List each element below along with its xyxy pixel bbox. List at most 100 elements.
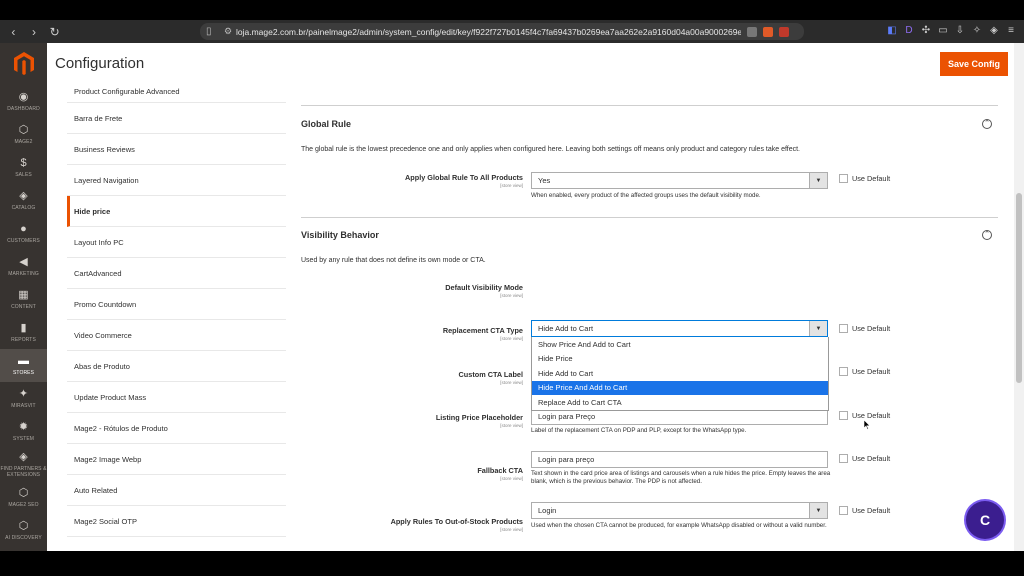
page-scrollbar[interactable] — [1014, 43, 1024, 551]
dropdown-option[interactable]: Show Price And Add to Cart — [532, 337, 828, 352]
forward-icon[interactable]: › — [29, 25, 40, 39]
address-bar[interactable]: ▯ ⚙ loja.mage2.com.br/painelmage2/admin/… — [200, 23, 804, 40]
sidebar-item[interactable]: Video Commerce — [67, 320, 286, 351]
magento-logo-icon — [13, 52, 34, 75]
url-text[interactable]: loja.mage2.com.br/painelmage2/admin/syst… — [236, 27, 741, 37]
visibility-behavior-title[interactable]: Visibility Behavior — [301, 230, 379, 240]
use-default-label: Use Default — [852, 367, 891, 376]
admin-menu-label: DASHBOARD — [7, 106, 40, 112]
dropdown-option[interactable]: Hide Price And Add to Cart — [532, 380, 828, 395]
sidebar-item[interactable]: Business Reviews — [67, 134, 286, 165]
admin-menu-item[interactable]: ▮ REPORTS — [0, 316, 47, 349]
apply-global-rule-hint: When enabled, every product of the affec… — [531, 192, 761, 199]
admin-menu-item[interactable]: $ SALES — [0, 151, 47, 184]
listing-price-placeholder-input[interactable]: Login para preço — [531, 451, 828, 468]
collapse-icon[interactable]: ⌃ — [982, 230, 992, 240]
scrollbar-thumb[interactable] — [1016, 193, 1022, 383]
chevron-down-icon: ▼ — [809, 173, 827, 188]
fallback-cta-hint: Used when the chosen CTA cannot be produ… — [531, 522, 827, 529]
use-default-checkbox[interactable]: Use Default — [839, 506, 890, 515]
sidebar-item[interactable]: Layout Info PC — [67, 227, 286, 258]
sidebar-item[interactable]: Abas de Produto — [67, 351, 286, 382]
sidebar-item[interactable]: CartAdvanced — [67, 258, 286, 289]
save-config-button[interactable]: Save Config — [940, 52, 1008, 76]
sidebar-item[interactable]: Product Configurable Advanced — [67, 81, 286, 103]
vpn-icon[interactable]: ◈ — [989, 25, 999, 37]
sidebar-item[interactable]: Promo Countdown — [67, 289, 286, 320]
sidebar-item[interactable]: Mage2 - Rótulos de Produto — [67, 413, 286, 444]
ai-discovery-icon: ⬡ — [18, 520, 29, 532]
admin-menu-item[interactable]: ◀ MARKETING — [0, 250, 47, 283]
reports-icon: ▮ — [20, 322, 27, 334]
sidebar-item[interactable]: Mage2 Social OTP — [67, 506, 286, 537]
use-default-checkbox[interactable]: Use Default — [839, 324, 890, 333]
checkbox-icon[interactable] — [839, 506, 848, 515]
admin-menu-item[interactable]: ⬡ AI DISCOVERY — [0, 514, 47, 547]
bookmark-icon[interactable]: ▯ — [206, 26, 220, 37]
checkbox-icon[interactable] — [839, 367, 848, 376]
use-default-label: Use Default — [852, 324, 891, 333]
browser-nav: ‹ › ↻ — [0, 25, 60, 39]
global-rule-description: The global rule is the lowest precedence… — [301, 146, 801, 153]
dashboard-icon: ◉ — [18, 91, 29, 103]
input-value: Login para Preço — [538, 412, 596, 421]
admin-menu-item[interactable]: ✦ MIRASVIT — [0, 382, 47, 415]
out-of-stock-label: Apply Rules To Out-of-Stock Products — [390, 517, 523, 526]
use-default-checkbox[interactable]: Use Default — [839, 174, 890, 183]
use-default-checkbox[interactable]: Use Default — [839, 367, 890, 376]
admin-menu-item[interactable]: ◉ DASHBOARD — [0, 85, 47, 118]
visibility-mode-dropdown: Show Price And Add to Cart Hide Price Hide… — [531, 337, 829, 411]
megaphone-icon: ◀ — [19, 256, 28, 268]
extension-icon[interactable]: ◧ — [887, 25, 897, 37]
brave-shield-icon[interactable] — [763, 26, 773, 37]
sidebar-icon[interactable]: ▭ — [938, 25, 948, 37]
admin-menu-item[interactable]: ▬ STORES — [0, 349, 47, 382]
translate-icon[interactable] — [747, 26, 757, 37]
sidebar-item[interactable]: Auto Related — [67, 475, 286, 506]
reload-icon[interactable]: ↻ — [49, 25, 60, 39]
puzzle-icon[interactable]: ✣ — [921, 25, 931, 37]
d-extension-icon[interactable]: D — [904, 25, 914, 37]
fallback-cta-select[interactable]: Login ▼ — [531, 502, 828, 519]
sidebar-item[interactable]: Mage2 Image Webp — [67, 444, 286, 475]
sidebar-item[interactable]: Layered Navigation — [67, 165, 286, 196]
sidebar-item[interactable]: Update Product Mass — [67, 382, 286, 413]
admin-page: ◉ DASHBOARD ⬡ MAGE2 $ SALES ◈ CATALOG ● CUSTOMERS… — [0, 43, 1024, 551]
checkbox-icon[interactable] — [839, 411, 848, 420]
checkbox-icon[interactable] — [839, 454, 848, 463]
browser-toolbar: ‹ › ↻ ▯ ⚙ loja.mage2.com.br/painelmage2/… — [0, 20, 1024, 43]
scope-label: [store view] — [500, 380, 523, 385]
custom-cta-label-input[interactable]: Login para Preço — [531, 408, 828, 425]
use-default-checkbox[interactable]: Use Default — [839, 411, 890, 420]
sidebar-item[interactable]: Barra de Frete — [67, 103, 286, 134]
download-icon[interactable]: ⇩ — [955, 25, 965, 37]
menu-icon[interactable]: ≡ — [1006, 25, 1016, 37]
dropdown-option[interactable]: Hide Add to Cart — [532, 366, 828, 381]
admin-menu-item[interactable]: ◈ CATALOG — [0, 184, 47, 217]
chat-button[interactable]: C — [966, 501, 1004, 539]
global-rule-title[interactable]: Global Rule — [301, 119, 351, 129]
back-icon[interactable]: ‹ — [8, 25, 19, 39]
admin-menu-item[interactable]: ⬡ MAGE2 — [0, 118, 47, 151]
magento-logo[interactable] — [0, 43, 47, 85]
checkbox-icon[interactable] — [839, 324, 848, 333]
site-info-icon[interactable]: ⚙ — [220, 26, 236, 37]
default-visibility-mode-select[interactable]: Hide Add to Cart ▼ — [531, 320, 828, 337]
admin-menu-label: CUSTOMERS — [7, 238, 40, 244]
stores-icon: ▬ — [18, 355, 29, 367]
dropdown-option[interactable]: Hide Price — [532, 352, 828, 367]
admin-menu-item[interactable]: ⬡ MAGE2 SEO — [0, 481, 47, 514]
use-default-checkbox[interactable]: Use Default — [839, 454, 890, 463]
admin-menu-item[interactable]: ◈ FIND PARTNERS & EXTENSIONS — [0, 448, 47, 481]
admin-menu-item[interactable]: ✹ SYSTEM — [0, 415, 47, 448]
leo-icon[interactable]: ✧ — [972, 25, 982, 37]
rewards-icon[interactable] — [779, 26, 789, 37]
admin-menu-item[interactable]: ● CUSTOMERS — [0, 217, 47, 250]
admin-menu-item[interactable]: ▦ CONTENT — [0, 283, 47, 316]
dropdown-option[interactable]: Replace Add to Cart CTA — [532, 395, 828, 410]
collapse-icon[interactable]: ⌃ — [982, 119, 992, 129]
sidebar-item[interactable]: Hide price — [67, 196, 286, 227]
browser-actions: ◧ D ✣ ▭ ⇩ ✧ ◈ ≡ — [887, 25, 1016, 37]
apply-global-rule-select[interactable]: Yes ▼ — [531, 172, 828, 189]
checkbox-icon[interactable] — [839, 174, 848, 183]
